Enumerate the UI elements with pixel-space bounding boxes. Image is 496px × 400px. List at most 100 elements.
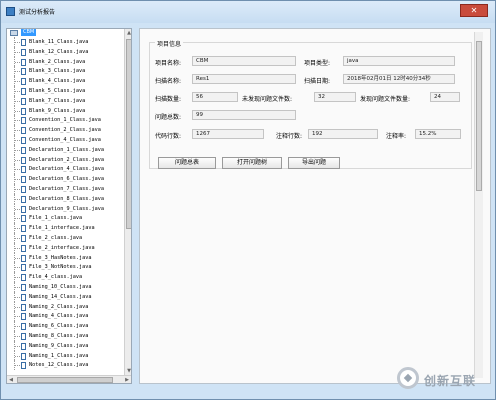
tree-file-item[interactable]: File_3_HasNotes.java	[7, 252, 124, 263]
tree-file-label[interactable]: File_2_class.java	[29, 235, 82, 242]
scan-date-field[interactable]: 2018年02月01日 12时40分34秒	[343, 74, 455, 84]
tree-connector-dash	[15, 326, 20, 328]
java-file-icon	[21, 58, 26, 66]
tree-file-item[interactable]: Blank_7_Class.java	[7, 95, 124, 106]
file-tree-panel: CBM Blank_11_Class.java Blank_12_Class.ja…	[6, 28, 132, 384]
comment-rate-field[interactable]: 15.2%	[415, 129, 461, 139]
tree-file-label[interactable]: Naming_2_Class.java	[29, 304, 88, 311]
scroll-up-icon[interactable]: ▲	[125, 29, 131, 37]
tree-file-label[interactable]: File_3_HasNotes.java	[29, 255, 91, 262]
tree-file-item[interactable]: Blank_4_Class.java	[7, 76, 124, 86]
tree-file-item[interactable]: Naming_14_Class.java	[7, 291, 124, 302]
tree-file-item[interactable]: File_2_class.java	[7, 232, 124, 243]
tree-file-item[interactable]: Convention_2_Class.java	[7, 125, 124, 135]
tree-file-item[interactable]: Declaration_6_Class.java	[7, 174, 124, 184]
export-issues-button[interactable]: 导出问题	[288, 157, 340, 169]
tree-root[interactable]: CBM	[7, 29, 124, 37]
scan-name-field[interactable]: Res1	[192, 74, 296, 84]
tree-file-item[interactable]: Naming_9_Class.java	[7, 340, 124, 351]
tree-file-item[interactable]: File_3_NotNotes.java	[7, 262, 124, 273]
tree-file-item[interactable]: Naming_2_Class.java	[7, 301, 124, 312]
tree-file-item[interactable]: Naming_8_Class.java	[7, 330, 124, 341]
tree-file-item[interactable]: Blank_5_Class.java	[7, 85, 124, 96]
tree-file-label[interactable]: Naming_8_Class.java	[29, 333, 88, 340]
tree-root-label[interactable]: CBM	[21, 29, 37, 36]
tree-file-item[interactable]: Naming_10_Class.java	[7, 281, 124, 292]
tree-file-label[interactable]: Declaration_1_Class.java	[29, 147, 104, 154]
scroll-left-icon[interactable]: ◀	[7, 376, 15, 383]
issue-summary-button[interactable]: 问题总表	[158, 157, 216, 169]
tree-file-item[interactable]: File_2_interface.java	[7, 242, 124, 253]
tree-file-item[interactable]: File_1_interface.java	[7, 223, 124, 233]
tree-file-item[interactable]: Convention_1_Class.java	[7, 115, 124, 126]
tree-file-item[interactable]: Notes_12_Class.java	[7, 360, 124, 371]
tree-file-label[interactable]: Declaration_9_Class.java	[29, 206, 104, 213]
report-vertical-scrollbar[interactable]	[474, 32, 483, 378]
tree-file-item[interactable]: Declaration_9_Class.java	[7, 203, 124, 214]
tree-file-label[interactable]: File_4_class.java	[29, 274, 82, 281]
tree-file-label[interactable]: File_2_interface.java	[29, 245, 95, 252]
code-lines-field[interactable]: 1267	[192, 129, 264, 139]
tree-file-label[interactable]: Naming_4_Class.java	[29, 313, 88, 320]
tree-vertical-scroll-thumb[interactable]	[126, 39, 131, 229]
tree-file-label[interactable]: Convention_2_Class.java	[29, 127, 101, 134]
tree-file-item[interactable]: Naming_1_Class.java	[7, 350, 124, 361]
tree-file-label[interactable]: Naming_10_Class.java	[29, 284, 91, 291]
tree-file-label[interactable]: Blank_4_Class.java	[29, 78, 85, 85]
scroll-right-icon[interactable]: ▶	[123, 376, 131, 383]
tree-file-item[interactable]: Declaration_4_Class.java	[7, 164, 124, 175]
tree-file-label[interactable]: Blank_11_Class.java	[29, 39, 88, 46]
tree-file-label[interactable]: Blank_7_Class.java	[29, 98, 85, 105]
tree-file-label[interactable]: Naming_9_Class.java	[29, 343, 88, 350]
tree-file-item[interactable]: Blank_2_Class.java	[7, 56, 124, 67]
tree-file-item[interactable]: Blank_12_Class.java	[7, 46, 124, 57]
tree-file-item[interactable]: Declaration_1_Class.java	[7, 144, 124, 155]
open-issue-tree-button[interactable]: 打开问题树	[222, 157, 282, 169]
report-vertical-scroll-thumb[interactable]	[476, 41, 482, 191]
tree-file-label[interactable]: Declaration_6_Class.java	[29, 176, 104, 183]
tree-file-label[interactable]: File_3_NotNotes.java	[29, 264, 91, 271]
tree-file-item[interactable]: File_1_class.java	[7, 213, 124, 224]
tree-file-item[interactable]: File_4_class.java	[7, 272, 124, 282]
tree-file-label[interactable]: Declaration_8_Class.java	[29, 196, 104, 203]
tree-horizontal-scroll-thumb[interactable]	[17, 377, 113, 383]
tree-file-label[interactable]: File_1_class.java	[29, 215, 82, 222]
tree-horizontal-scrollbar[interactable]: ◀ ▶	[7, 375, 131, 383]
tree-file-item[interactable]: Declaration_7_Class.java	[7, 183, 124, 194]
tree-file-label[interactable]: Naming_1_Class.java	[29, 353, 88, 360]
issue-files-field[interactable]: 24	[430, 92, 460, 102]
tree-file-label[interactable]: Blank_9_Class.java	[29, 108, 85, 115]
tree-file-label[interactable]: Blank_3_Class.java	[29, 68, 85, 75]
java-file-icon	[21, 323, 26, 331]
tree-file-label[interactable]: Blank_5_Class.java	[29, 88, 85, 95]
issue-total-field[interactable]: 99	[192, 110, 296, 120]
tree-file-label[interactable]: File_1_interface.java	[29, 225, 95, 232]
java-file-icon	[21, 87, 26, 95]
no-issue-files-field[interactable]: 32	[314, 92, 356, 102]
scroll-down-icon[interactable]: ▼	[125, 367, 131, 375]
scan-count-field[interactable]: 56	[192, 92, 238, 102]
tree-file-item[interactable]: Convention_4_Class.java	[7, 134, 124, 145]
tree-file-label[interactable]: Convention_1_Class.java	[29, 117, 101, 124]
tree-file-label[interactable]: Naming_14_Class.java	[29, 294, 91, 301]
tree-file-item[interactable]: Declaration_8_Class.java	[7, 193, 124, 204]
tree-file-item[interactable]: Blank_3_Class.java	[7, 66, 124, 77]
comment-lines-field[interactable]: 192	[308, 129, 378, 139]
tree-file-label[interactable]: Naming_6_Class.java	[29, 323, 88, 330]
tree-file-item[interactable]: Blank_11_Class.java	[7, 37, 124, 47]
close-button[interactable]: ✕	[460, 4, 488, 17]
tree-file-item[interactable]: Blank_9_Class.java	[7, 105, 124, 116]
tree-file-label[interactable]: Notes_12_Class.java	[29, 362, 88, 369]
tree-vertical-scrollbar[interactable]: ▲ ▼	[124, 29, 131, 375]
tree-file-label[interactable]: Blank_2_Class.java	[29, 59, 85, 66]
tree-file-label[interactable]: Blank_12_Class.java	[29, 49, 88, 56]
project-name-field[interactable]: CBM	[192, 56, 296, 66]
tree-file-item[interactable]: Naming_6_Class.java	[7, 321, 124, 331]
tree-file-item[interactable]: Declaration_2_Class.java	[7, 154, 124, 165]
tree-file-label[interactable]: Declaration_4_Class.java	[29, 166, 104, 173]
tree-file-label[interactable]: Convention_4_Class.java	[29, 137, 101, 144]
tree-file-item[interactable]: Naming_4_Class.java	[7, 311, 124, 322]
project-type-field[interactable]: java	[343, 56, 455, 66]
tree-file-label[interactable]: Declaration_2_Class.java	[29, 157, 104, 164]
tree-file-label[interactable]: Declaration_7_Class.java	[29, 186, 104, 193]
